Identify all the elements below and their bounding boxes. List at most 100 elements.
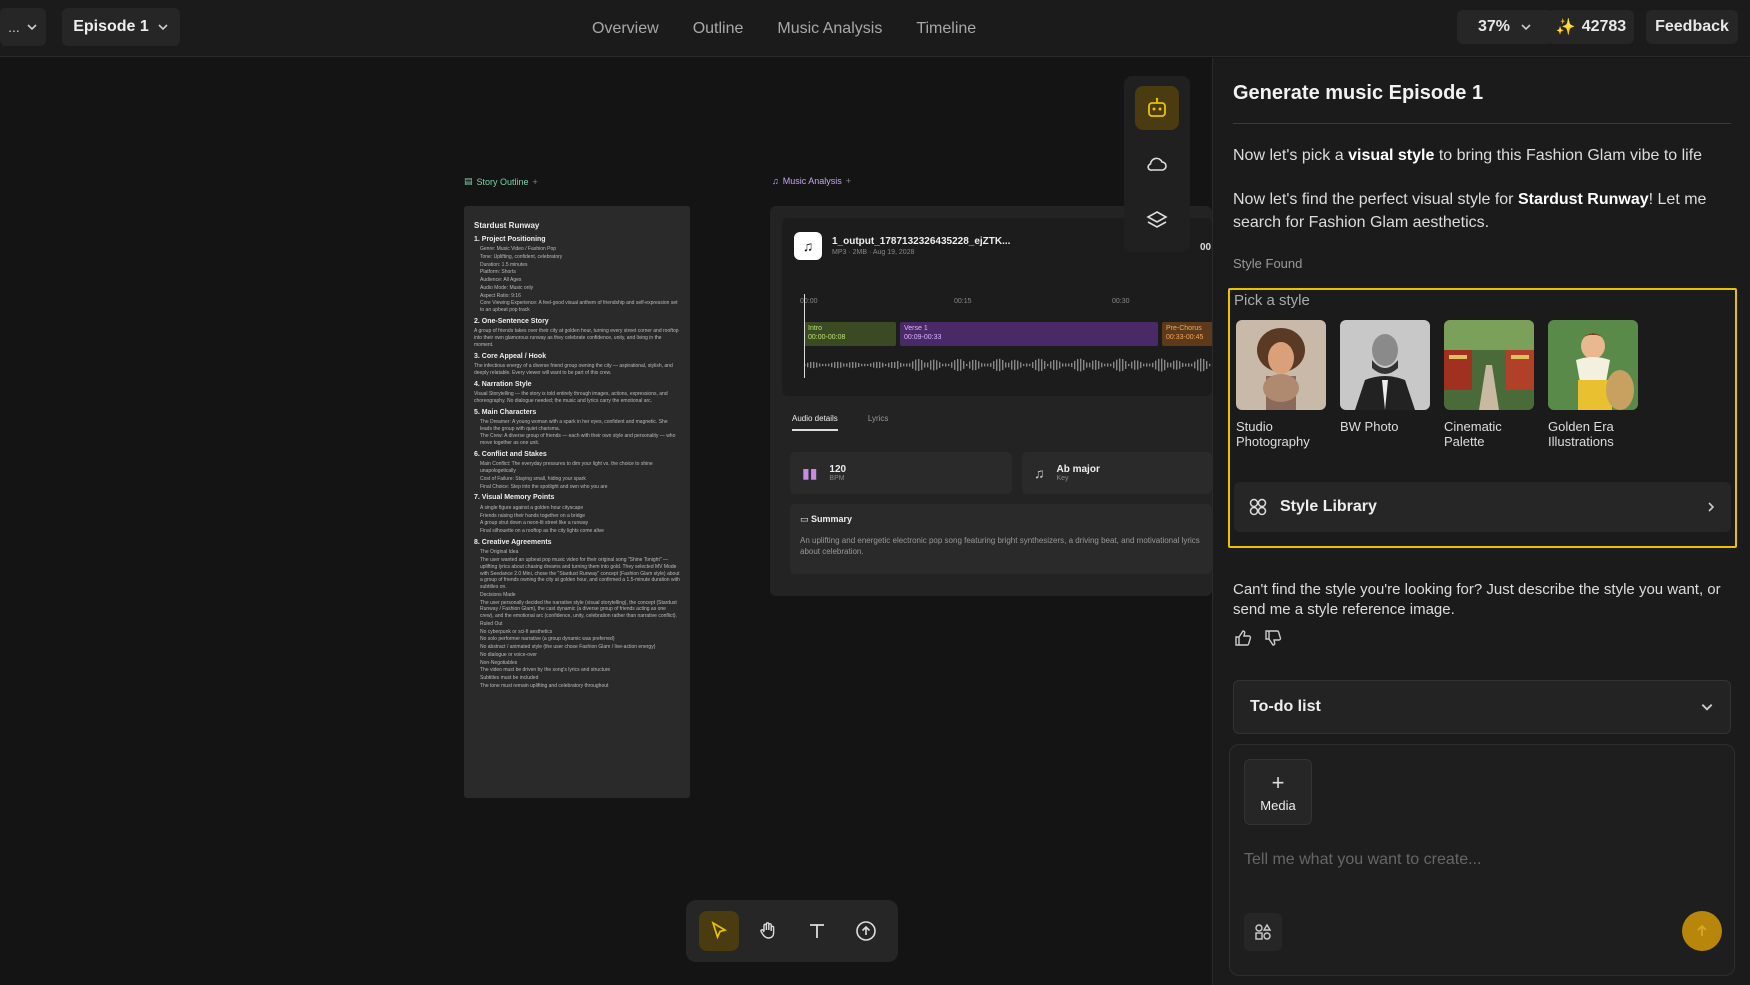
text-tool-button[interactable] [797,911,837,951]
chevron-down-icon [1521,24,1531,31]
waveform-bar [1050,361,1052,369]
thumbs-up-icon[interactable] [1233,628,1253,648]
story-line: Duration: 1.5 minutes [480,261,528,268]
waveform-bar [984,363,986,367]
tab-lyrics[interactable]: Lyrics [868,414,889,431]
send-button[interactable] [1682,911,1722,951]
waveform-bar [1011,360,1013,370]
waveform-bar [831,362,833,368]
story-outline-document[interactable]: Stardust Runway 1. Project Positioning Ge… [464,206,690,798]
story-line: Main Conflict: The everyday pressures to… [480,461,653,475]
waveform-bar [810,361,812,369]
style-option-cinematic-palette[interactable]: Cinematic Palette [1444,320,1534,450]
waveform-bar [1044,361,1046,369]
story-line: A single figure against a golden hour ci… [480,504,584,511]
nav-overview[interactable]: Overview [592,20,659,38]
waveform-bar [1008,362,1010,368]
waveform-bar [1059,361,1061,369]
document-icon: ▤ [464,176,473,186]
style-option-studio-photography[interactable]: Studio Photography [1236,320,1326,450]
tab-audio-details[interactable]: Audio details [792,414,838,431]
timecode-1: 00:15 [954,298,972,305]
nav-outline[interactable]: Outline [693,20,744,38]
style-option-bw-photo[interactable]: BW Photo [1340,320,1430,450]
waveform-bar [1113,361,1115,369]
media-upload-button[interactable]: + Media [1244,759,1312,825]
waveform-bar [1185,363,1187,367]
select-tool-button[interactable] [698,911,739,951]
cloud-tool-button[interactable] [1135,142,1179,186]
feedback-button[interactable]: Feedback [1646,10,1738,44]
style-picker-button[interactable] [1244,913,1282,951]
story-line: No dialogue or voice-over [480,651,537,658]
nav-timeline[interactable]: Timeline [916,20,976,38]
waveform-bar [951,362,953,368]
playhead[interactable] [804,294,805,378]
waveform-bar [879,361,881,369]
story-line: Decisions Made [480,591,516,598]
sparkle-icon: ✨ [1555,19,1576,36]
style-thumbnails: Studio Photography BW Photo Cinematic Pa… [1236,320,1638,450]
feedback-buttons [1233,628,1283,648]
chevron-down-icon [27,24,37,31]
todo-list-toggle[interactable]: To-do list [1233,680,1731,734]
waveform-bar [1149,363,1151,367]
waveform-bar [819,363,821,367]
bpm-label: BPM [829,475,845,482]
summary-icon: ▭ [800,514,812,524]
assistant-hint: Can't find the style you're looking for?… [1233,581,1721,618]
waveform-bar [915,359,917,371]
waveform[interactable] [804,356,1212,374]
top-bar: ... Episode 1 Overview Outline Music Ana… [0,0,1750,57]
chevron-down-icon [1701,704,1713,711]
music-note-icon: ♫ [1034,465,1045,481]
story-outline-node-label[interactable]: ▤ Story Outline + [464,176,538,187]
layers-tool-button[interactable] [1135,198,1179,242]
upload-tool-button[interactable] [846,911,886,951]
waveform-bar [1005,362,1007,368]
project-menu-button[interactable]: ... [0,8,46,46]
waveform-bar [852,361,854,369]
waveform-bar [885,363,887,367]
prompt-input[interactable] [1244,845,1714,875]
credits-badge[interactable]: ✨ 42783 [1548,10,1634,44]
nav-music-analysis[interactable]: Music Analysis [777,20,882,38]
music-analysis-label: Music Analysis [782,176,842,186]
waveform-bar [1038,358,1040,372]
style-library-label: Style Library [1280,498,1377,515]
waveform-bar [1056,360,1058,370]
segment-name: Pre-Chorus [1166,325,1202,332]
story-section-heading: 7. Visual Memory Points [474,494,555,502]
story-section-heading: 3. Core Appeal / Hook [474,352,547,360]
segment-time: 00:09-00:33 [904,334,942,342]
waveform-bar [939,362,941,368]
style-picker: Pick a style Studio Photography BW Photo… [1228,288,1737,548]
waveform-bar [1179,361,1181,369]
waveform-bar [1077,359,1079,371]
style-option-golden-era-illustrations[interactable]: Golden Era Illustrations [1548,320,1638,450]
music-analysis-node-label[interactable]: ♫ Music Analysis + [772,176,851,186]
segment-pre-chorus[interactable]: Pre-Chorus 00:33-00:45 [1162,322,1212,346]
thumbs-down-icon[interactable] [1263,628,1283,648]
story-line: Platform: Shorts [480,269,516,276]
waveform-bar [855,362,857,368]
agent-tool-button[interactable] [1135,86,1179,130]
hand-tool-button[interactable] [748,911,788,951]
music-analysis-card[interactable]: ♫ 1_output_1787132326435228_ejZTK... MP3… [770,206,1212,596]
segment-verse-1[interactable]: Verse 1 00:09-00:33 [900,322,1158,346]
segment-name: Intro [808,325,823,332]
episode-selector[interactable]: Episode 1 [62,8,180,46]
key-label: Key [1056,475,1069,482]
waveform-bar [930,360,932,370]
zoom-selector[interactable]: 37% [1457,10,1553,44]
style-library-button[interactable]: Style Library [1234,482,1731,532]
waveform-bar [1119,358,1121,372]
style-label: Studio Photography [1236,419,1310,449]
waveform-bar [1098,360,1100,370]
segment-intro[interactable]: Intro 00:00-00:08 [804,322,896,346]
msg-text: Now let's find the perfect visual style … [1233,191,1518,208]
plus-icon: + [1271,769,1285,795]
waveform-bar [1206,361,1208,369]
waveform-bar [1065,363,1067,367]
style-found-label: Style Found [1233,256,1303,271]
